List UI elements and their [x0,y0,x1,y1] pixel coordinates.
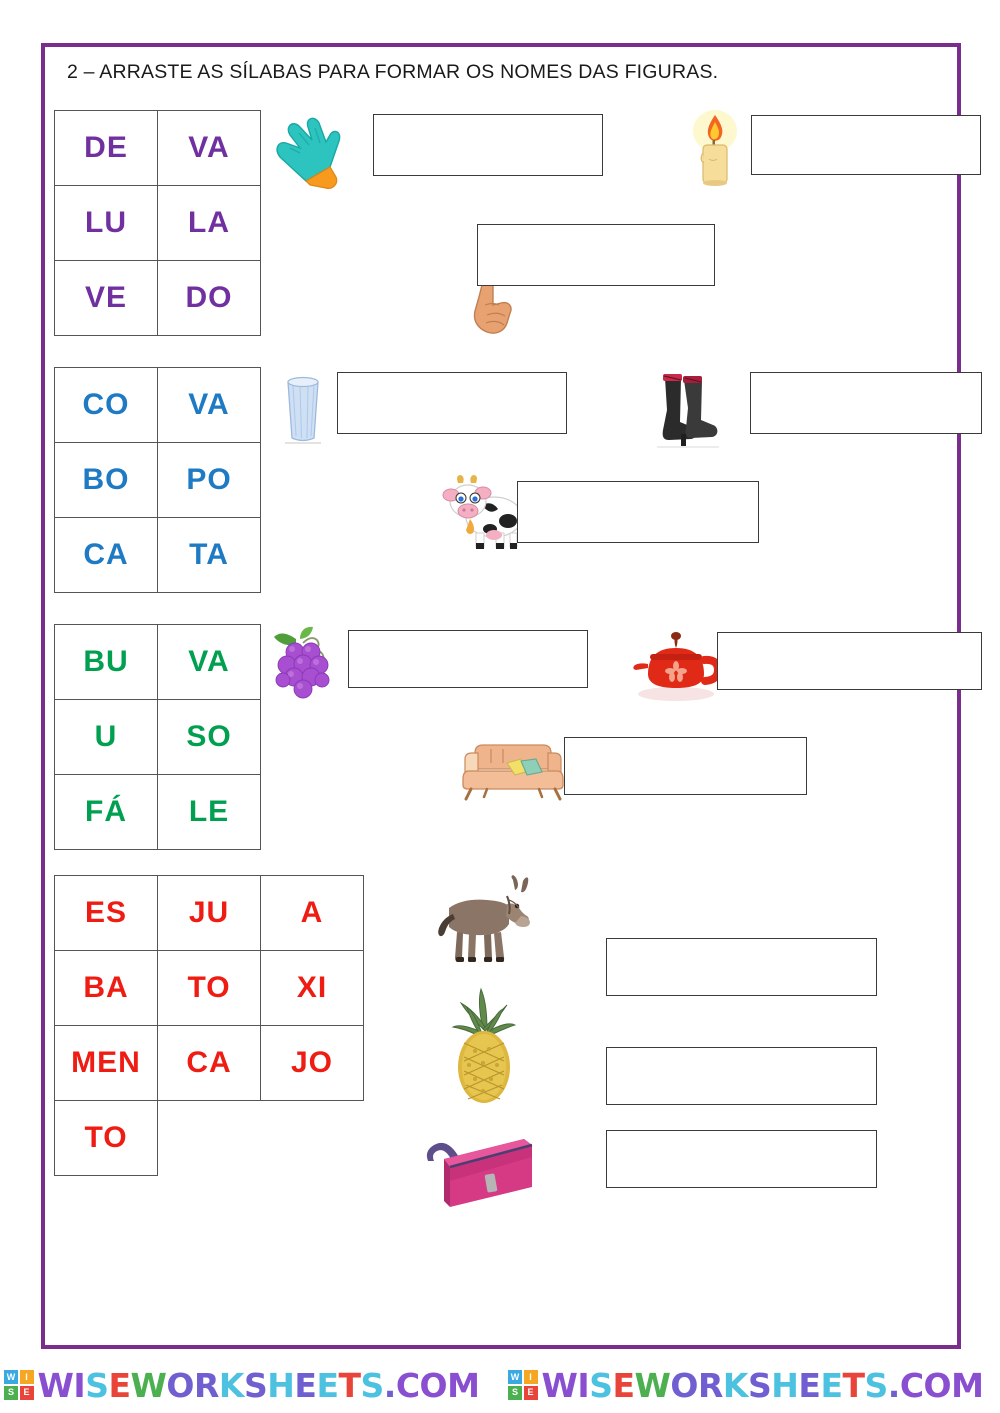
answer-box[interactable] [606,1047,877,1105]
syllable-tile[interactable]: XI [260,950,364,1026]
answer-box[interactable] [606,938,877,996]
syllable-tile[interactable]: CA [157,1025,261,1101]
syllable-tile-empty [158,1101,261,1176]
table-row[interactable]: MEN CA JO [54,1025,364,1101]
syllable-tile[interactable]: LE [157,774,261,850]
answer-box[interactable] [717,632,982,690]
table-row[interactable]: CA TA [54,517,261,593]
grapes-icon [270,625,346,705]
answer-box[interactable] [337,372,567,434]
wise-logo-icon: WISE [508,1370,538,1400]
syllable-table-section-1[interactable]: DE VA LU LA VE DO [54,110,261,336]
worksheet-page: 2 – ARRASTE AS SÍLABAS PARA FORMAR OS NO… [41,43,982,1349]
pencil-case-icon [410,1133,550,1209]
syllable-tile[interactable]: JU [157,875,261,951]
watermark-text: WISEWORKSHEETS.COM [37,1365,480,1405]
syllable-tile[interactable]: BU [54,624,158,700]
syllable-tile-empty [261,1101,364,1176]
syllable-tile[interactable]: TA [157,517,261,593]
syllable-tile[interactable]: U [54,699,158,775]
answer-box[interactable] [564,737,807,795]
cup-icon [279,372,327,448]
syllable-table-section-3[interactable]: BU VA U SO FÁ LE [54,624,261,850]
page-title: 2 – ARRASTE AS SÍLABAS PARA FORMAR OS NO… [67,61,719,83]
table-row[interactable]: BO PO [54,442,261,518]
syllable-table-section-2[interactable]: CO VA BO PO CA TA [54,367,261,593]
watermark-text: WISEWORKSHEETS.COM [541,1365,984,1405]
syllable-table-section-4[interactable]: ES JU A BA TO XI MEN CA JO TO [54,875,364,1176]
syllable-tile[interactable]: BA [54,950,158,1026]
table-row[interactable]: DE VA [54,110,261,186]
answer-box[interactable] [373,114,603,176]
boots-icon [653,370,721,452]
table-row[interactable]: VE DO [54,260,261,336]
wise-logo-icon: WISE [4,1370,34,1400]
answer-box[interactable] [606,1130,877,1188]
table-row[interactable]: BU VA [54,624,261,700]
table-row[interactable]: ES JU A [54,875,364,951]
syllable-tile[interactable]: LU [54,185,158,261]
teapot-icon [630,630,722,702]
table-row[interactable]: BA TO XI [54,950,364,1026]
syllable-tile[interactable]: TO [157,950,261,1026]
footer-watermark: W I S E WISEWORKSHEETS.COM W I S E WISEWORKSHEET… [0,1357,1000,1413]
syllable-tile[interactable]: JO [260,1025,364,1101]
answer-box[interactable] [348,630,588,688]
table-row[interactable]: CO VA [54,367,261,443]
syllable-tile[interactable]: BO [54,442,158,518]
syllable-tile[interactable]: DE [54,110,158,186]
answer-box[interactable] [477,224,715,286]
answer-box[interactable] [517,481,759,543]
candle-icon [690,109,745,187]
syllable-tile[interactable]: VA [157,367,261,443]
syllable-tile[interactable]: A [260,875,364,951]
table-row[interactable]: LU LA [54,185,261,261]
answer-box[interactable] [751,115,981,175]
syllable-tile[interactable]: TO [54,1100,158,1176]
glove-icon [270,115,348,191]
sofa-icon [457,737,569,801]
syllable-tile[interactable]: CO [54,367,158,443]
table-row[interactable]: U SO [54,699,261,775]
syllable-tile[interactable]: ES [54,875,158,951]
syllable-tile[interactable]: VE [54,260,158,336]
donkey-icon [423,874,539,964]
syllable-tile[interactable]: FÁ [54,774,158,850]
pineapple-icon [445,987,523,1105]
syllable-tile[interactable]: MEN [54,1025,158,1101]
table-row[interactable]: FÁ LE [54,774,261,850]
syllable-tile[interactable]: DO [157,260,261,336]
syllable-tile[interactable]: VA [157,624,261,700]
syllable-tile[interactable]: SO [157,699,261,775]
syllable-tile[interactable]: CA [54,517,158,593]
syllable-tile[interactable]: PO [157,442,261,518]
syllable-tile[interactable]: LA [157,185,261,261]
table-row[interactable]: TO [54,1100,364,1176]
syllable-tile[interactable]: VA [157,110,261,186]
answer-box[interactable] [750,372,982,434]
